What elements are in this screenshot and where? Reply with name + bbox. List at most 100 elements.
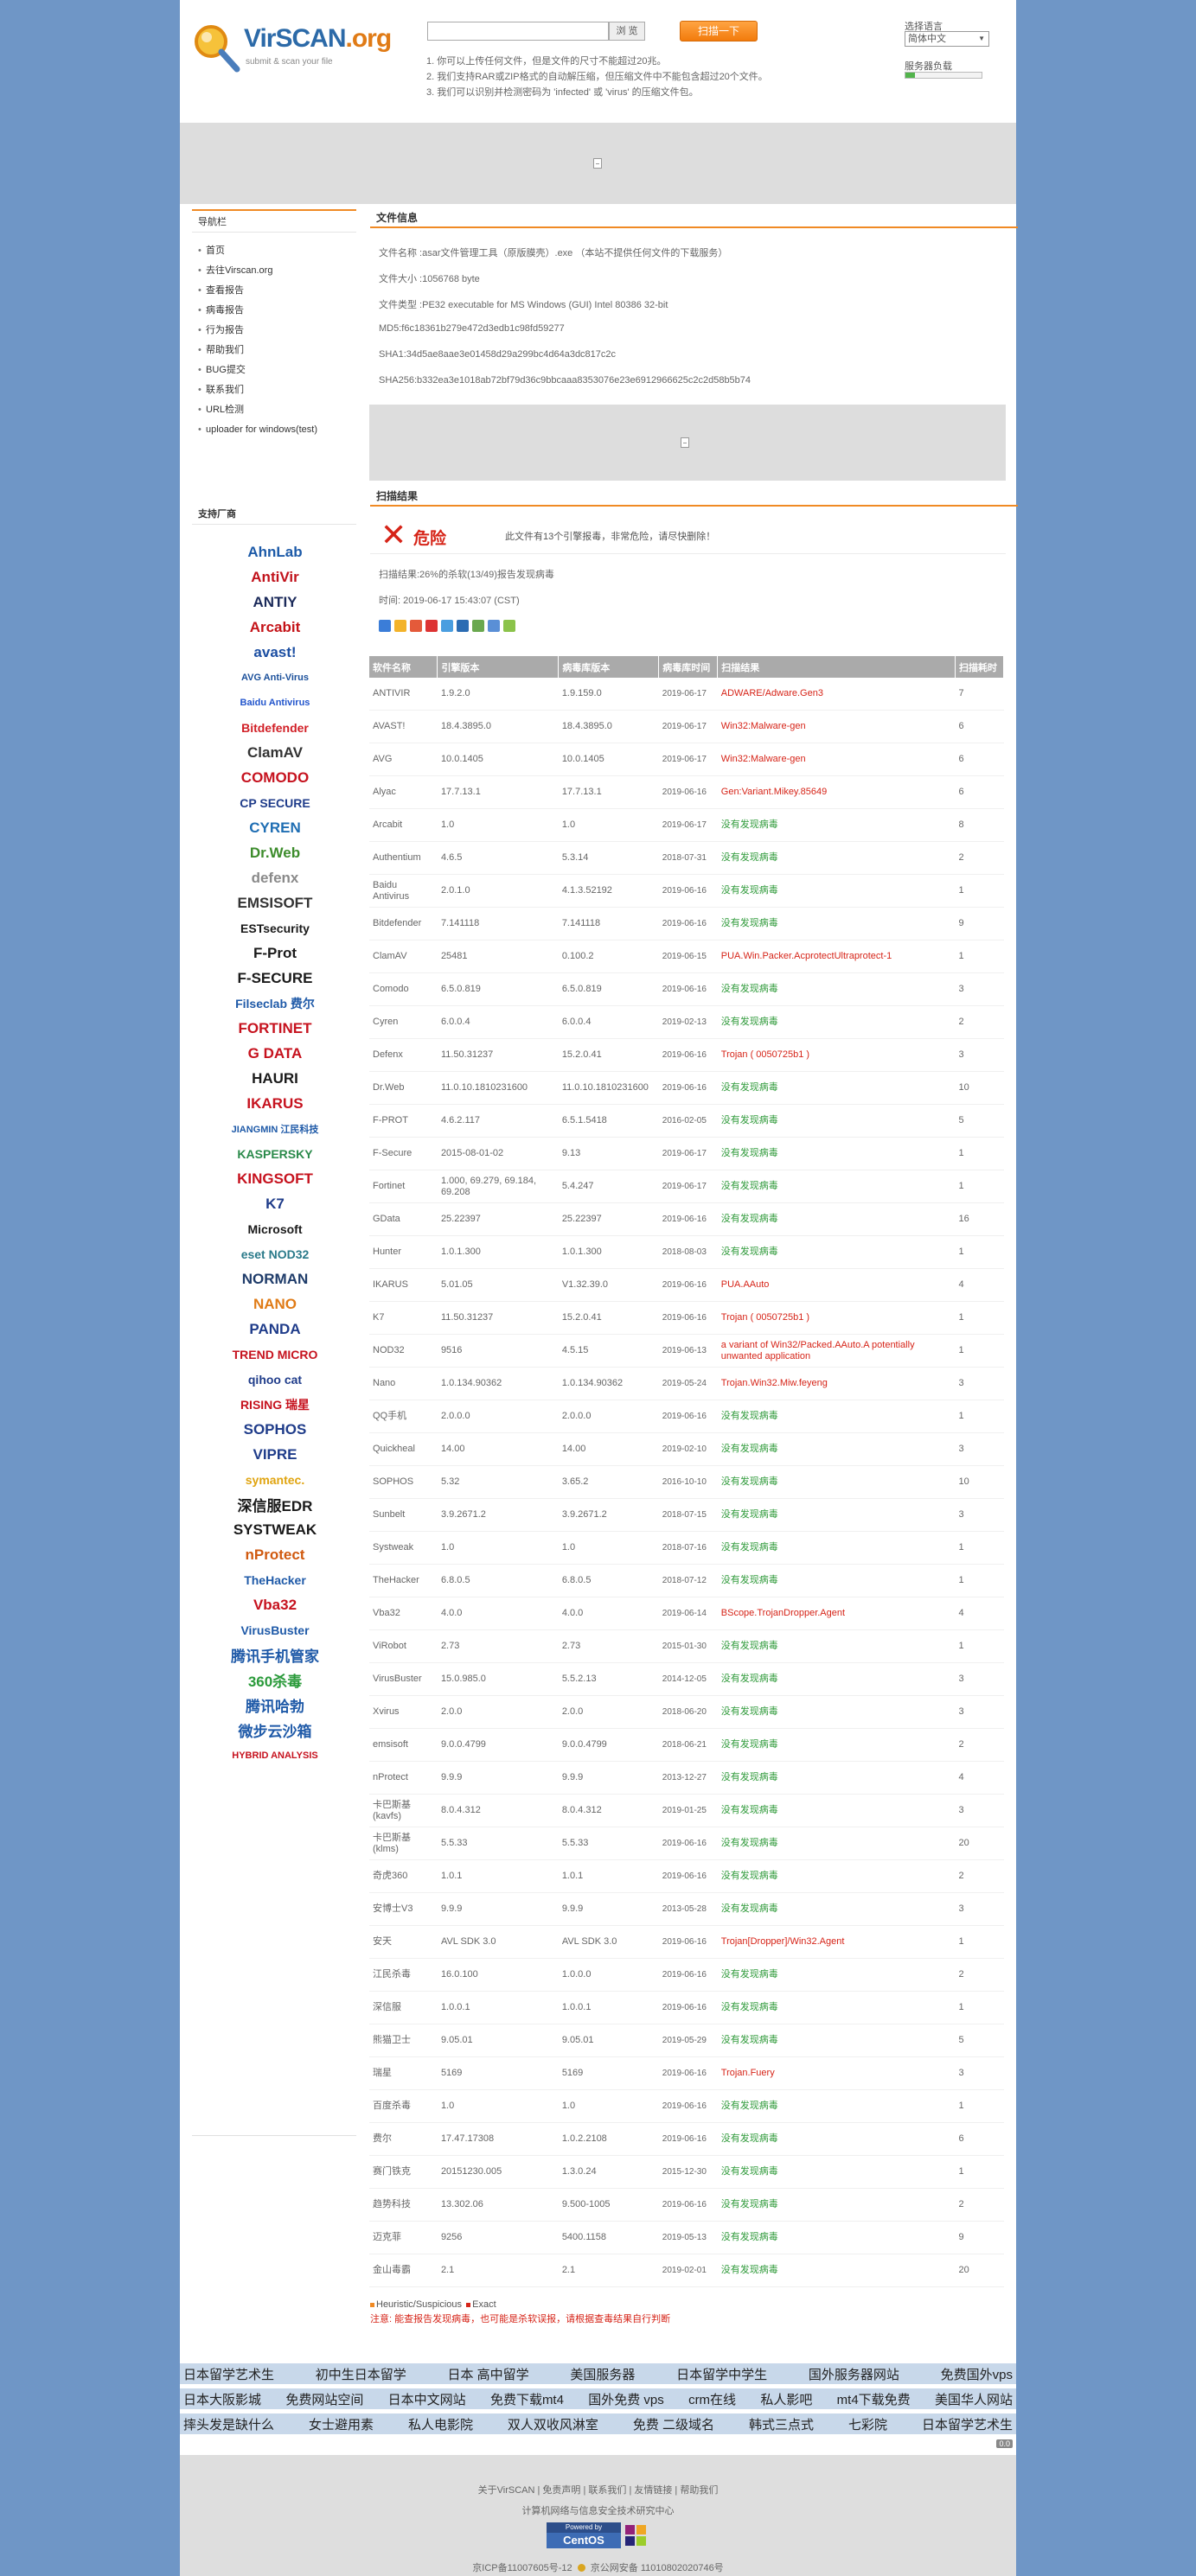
vendor-logo[interactable]: JIANGMIN 江民科技 xyxy=(223,1119,327,1138)
vendor-logo[interactable]: CP SECURE xyxy=(223,793,327,813)
vendor-logo[interactable]: Filseclab 费尔 xyxy=(223,993,327,1013)
icp-number[interactable]: 京ICP备11007605号-12 xyxy=(472,2563,572,2573)
vendor-logo[interactable]: Microsoft xyxy=(223,1219,327,1239)
ad-link[interactable]: 免费网站空间 xyxy=(285,2390,363,2408)
vendor-logo[interactable]: EMSISOFT xyxy=(223,893,327,913)
vendor-logo[interactable]: K7 xyxy=(223,1194,327,1214)
share-icon[interactable] xyxy=(441,620,453,632)
share-icon[interactable] xyxy=(394,620,406,632)
vendor-logo[interactable]: TREND MICRO xyxy=(223,1344,327,1364)
vendor-logo[interactable]: PANDA xyxy=(223,1319,327,1339)
ad-link[interactable]: 日本中文网站 xyxy=(388,2390,466,2408)
share-icon[interactable] xyxy=(425,620,438,632)
vendor-logo[interactable]: eset NOD32 xyxy=(223,1244,327,1264)
vendor-logo[interactable]: AntiVir xyxy=(223,567,327,587)
nav-item-contact[interactable]: 联系我们 xyxy=(198,380,356,400)
scan-button[interactable]: 扫描一下 xyxy=(680,21,758,41)
vendor-logo[interactable]: F-SECURE xyxy=(223,968,327,988)
share-icon[interactable] xyxy=(503,620,515,632)
ad-banner-mid[interactable] xyxy=(369,405,1006,481)
ad-link[interactable]: 国外服务器网站 xyxy=(809,2365,899,2383)
file-input[interactable] xyxy=(427,22,609,41)
vendor-logo[interactable]: 深信服EDR xyxy=(223,1495,327,1514)
vendor-logo[interactable]: nProtect xyxy=(223,1545,327,1565)
vendor-logo[interactable]: AhnLab xyxy=(223,542,327,562)
ad-link[interactable]: 日本留学艺术生 xyxy=(922,2415,1013,2433)
vendor-logo[interactable]: Arcabit xyxy=(223,617,327,637)
vendor-logo[interactable]: defenx xyxy=(223,868,327,888)
ad-link[interactable]: crm在线 xyxy=(688,2390,736,2408)
share-icon[interactable] xyxy=(488,620,500,632)
ad-link[interactable]: 日本留学中学生 xyxy=(676,2365,767,2383)
vendor-logo[interactable]: VirusBuster xyxy=(223,1620,327,1640)
police-number[interactable]: 京公网安备 11010802020746号 xyxy=(591,2563,724,2573)
nav-item-bug-submit[interactable]: BUG提交 xyxy=(198,360,356,380)
ad-link[interactable]: 韩式三点式 xyxy=(749,2415,814,2433)
ad-link[interactable]: 七彩院 xyxy=(848,2415,887,2433)
share-icon[interactable] xyxy=(472,620,484,632)
vendor-logo[interactable]: FORTINET xyxy=(223,1018,327,1038)
nav-item-help-us[interactable]: 帮助我们 xyxy=(198,341,356,360)
vendor-logo[interactable]: AVG Anti-Virus xyxy=(223,667,327,687)
vendor-logo[interactable]: qihoo cat xyxy=(223,1369,327,1389)
nav-item-behavior-reports[interactable]: 行为报告 xyxy=(198,321,356,341)
ad-link[interactable]: 双人双收风淋室 xyxy=(508,2415,598,2433)
vendor-logo[interactable]: 微步云沙箱 xyxy=(223,1720,327,1740)
vendor-logo[interactable]: Baidu Antivirus xyxy=(223,692,327,712)
vendor-logo[interactable]: F-Prot xyxy=(223,943,327,963)
vendor-logo[interactable]: Dr.Web xyxy=(223,843,327,863)
nav-item-home[interactable]: 首页 xyxy=(198,241,356,261)
site-logo[interactable]: VirSCAN.org submit & scan your file xyxy=(192,22,392,74)
browse-button[interactable]: 浏 览 xyxy=(609,22,645,41)
vendor-logo[interactable]: IKARUS xyxy=(223,1094,327,1113)
vendor-logo[interactable]: TheHacker xyxy=(223,1570,327,1590)
vendor-logo[interactable]: HAURI xyxy=(223,1068,327,1088)
ad-link[interactable]: 免费 二级域名 xyxy=(633,2415,714,2433)
vendor-logo[interactable]: ANTIY xyxy=(223,592,327,612)
ad-link[interactable]: 免费国外vps xyxy=(941,2365,1013,2383)
vendor-logo[interactable]: 360杀毒 xyxy=(223,1670,327,1690)
ad-link[interactable]: 女士避用素 xyxy=(309,2415,374,2433)
nav-item-virscan[interactable]: 去往Virscan.org xyxy=(198,261,356,281)
vendor-logo[interactable]: ClamAV xyxy=(223,743,327,762)
vendor-logo[interactable]: Bitdefender xyxy=(223,717,327,737)
vendor-logo[interactable]: COMODO xyxy=(223,768,327,787)
vendor-logo[interactable]: 腾讯手机管家 xyxy=(223,1645,327,1665)
share-icon[interactable] xyxy=(457,620,469,632)
vendor-logo[interactable]: KINGSOFT xyxy=(223,1169,327,1189)
vendor-logo[interactable]: SOPHOS xyxy=(223,1419,327,1439)
vendor-logo[interactable]: HYBRID ANALYSIS xyxy=(223,1745,327,1765)
centos-badge[interactable]: Powered by CentOS xyxy=(547,2522,650,2550)
footer-links[interactable]: 关于VirSCAN | 免责声明 | 联系我们 | 友情链接 | 帮助我们 xyxy=(180,2483,1016,2496)
vendor-logo[interactable]: KASPERSKY xyxy=(223,1144,327,1164)
vendor-logo[interactable]: avast! xyxy=(223,642,327,662)
nav-item-url-scan[interactable]: URL检测 xyxy=(198,400,356,420)
ad-link[interactable]: 私人电影院 xyxy=(408,2415,473,2433)
vendor-logo[interactable]: NORMAN xyxy=(223,1269,327,1289)
ad-banner-top[interactable] xyxy=(180,123,1016,204)
ad-link[interactable]: 免费下载mt4 xyxy=(490,2390,564,2408)
ad-link[interactable]: 摔头发是缺什么 xyxy=(183,2415,274,2433)
ad-link[interactable]: 日本留学艺术生 xyxy=(183,2365,274,2383)
vendor-logo[interactable]: G DATA xyxy=(223,1043,327,1063)
vendor-logo[interactable]: symantec. xyxy=(223,1470,327,1489)
share-icon[interactable] xyxy=(379,620,391,632)
vendor-logo[interactable]: SYSTWEAK xyxy=(223,1520,327,1540)
vendor-logo[interactable]: VIPRE xyxy=(223,1444,327,1464)
vendor-logo[interactable]: ESTsecurity xyxy=(223,918,327,938)
ad-link[interactable]: 国外免费 vps xyxy=(588,2390,664,2408)
ad-link[interactable]: 美国服务器 xyxy=(570,2365,635,2383)
vendor-logo[interactable]: RISING 瑞星 xyxy=(223,1394,327,1414)
ad-link[interactable]: 日本大阪影城 xyxy=(183,2390,261,2408)
ad-link[interactable]: 初中生日本留学 xyxy=(316,2365,406,2383)
nav-item-virus-reports[interactable]: 病毒报告 xyxy=(198,301,356,321)
ad-link[interactable]: 日本 高中留学 xyxy=(448,2365,529,2383)
vendor-logo[interactable]: NANO xyxy=(223,1294,327,1314)
ad-link[interactable]: 私人影吧 xyxy=(760,2390,812,2408)
nav-item-uploader[interactable]: uploader for windows(test) xyxy=(198,420,356,437)
ad-link[interactable]: mt4下载免费 xyxy=(837,2390,911,2408)
share-icon[interactable] xyxy=(410,620,422,632)
vendor-logo[interactable]: CYREN xyxy=(223,818,327,838)
language-select[interactable]: 简体中文 ▼ xyxy=(905,31,989,47)
ad-link[interactable]: 美国华人网站 xyxy=(935,2390,1013,2408)
